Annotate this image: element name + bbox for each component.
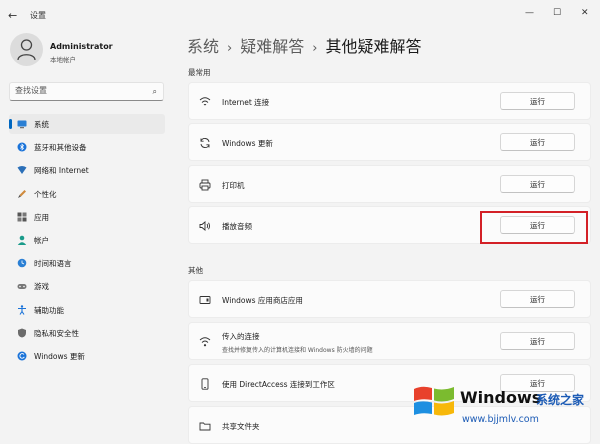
minimize-button[interactable]: — bbox=[525, 8, 534, 18]
troubleshooter-title: 打印机 bbox=[222, 181, 245, 190]
sidebar-item-label: 应用 bbox=[34, 212, 49, 222]
sidebar-item-accessibility[interactable]: 辅助功能 bbox=[9, 300, 165, 320]
sidebar-nav: 系统 蓝牙和其他设备 网络和 Internet 个性化 应用 帐户 时间和语言 … bbox=[9, 114, 165, 369]
breadcrumb: 系统 › 疑难解答 › 其他疑难解答 bbox=[187, 33, 421, 57]
active-indicator bbox=[9, 119, 12, 129]
troubleshooter-store-apps: Windows 应用商店应用 运行 bbox=[188, 280, 591, 318]
troubleshooter-title: Windows 更新 bbox=[222, 139, 273, 148]
accessibility-icon bbox=[18, 304, 26, 315]
run-button[interactable]: 运行 bbox=[500, 175, 575, 193]
breadcrumb-item-troubleshoot[interactable]: 疑难解答 bbox=[240, 37, 304, 56]
back-arrow-icon[interactable]: ← bbox=[8, 9, 17, 22]
sidebar-item-label: 游戏 bbox=[34, 282, 49, 292]
system-icon bbox=[17, 120, 27, 129]
printer-icon bbox=[199, 179, 211, 191]
troubleshooter-title: Internet 连接 bbox=[222, 98, 270, 107]
personalization-icon bbox=[18, 189, 26, 198]
breadcrumb-separator: › bbox=[227, 41, 233, 56]
breadcrumb-separator: › bbox=[312, 41, 318, 56]
run-button[interactable]: 运行 bbox=[500, 92, 575, 110]
person-icon bbox=[17, 39, 36, 60]
troubleshooter-incoming-connections: 传入的连接 查找并修复传入的计算机连接和 Windows 防火墙的问题 运行 bbox=[188, 322, 591, 360]
run-button[interactable]: 运行 bbox=[500, 290, 575, 308]
apps-icon bbox=[17, 212, 27, 222]
account-icon bbox=[17, 235, 27, 245]
bluetooth-icon bbox=[17, 142, 27, 152]
breadcrumb-item-system[interactable]: 系统 bbox=[187, 37, 219, 56]
sidebar-item-privacy[interactable]: 隐私和安全性 bbox=[9, 323, 165, 343]
phone-icon bbox=[201, 378, 209, 390]
sidebar-item-label: 隐私和安全性 bbox=[34, 328, 79, 338]
refresh-icon bbox=[200, 138, 210, 148]
watermark-brand: Windows bbox=[460, 388, 542, 407]
network-icon bbox=[17, 166, 27, 175]
gaming-icon bbox=[17, 284, 27, 290]
privacy-icon bbox=[18, 328, 26, 338]
troubleshooter-title: 传入的连接 bbox=[222, 332, 260, 341]
sidebar-item-apps[interactable]: 应用 bbox=[9, 207, 165, 227]
store-app-icon bbox=[199, 296, 211, 304]
troubleshooter-windows-update: Windows 更新 运行 bbox=[188, 123, 591, 161]
section-title-other: 其他 bbox=[188, 266, 203, 275]
troubleshooter-title: 共享文件夹 bbox=[222, 422, 260, 431]
app-title: 设置 bbox=[30, 11, 46, 20]
sidebar-item-windows-update[interactable]: Windows 更新 bbox=[9, 346, 165, 366]
watermark: Windows 系统之家 www.bjjmlv.com bbox=[410, 381, 600, 435]
windows-update-icon bbox=[17, 351, 27, 361]
sidebar-item-label: 时间和语言 bbox=[34, 259, 72, 269]
account-type: 本地帐户 bbox=[50, 56, 76, 64]
troubleshooter-title: 使用 DirectAccess 连接到工作区 bbox=[222, 380, 335, 389]
troubleshooter-title: 播放音频 bbox=[222, 222, 252, 231]
sidebar-item-accounts[interactable]: 帐户 bbox=[9, 230, 165, 250]
search-box[interactable]: ⌕ bbox=[9, 82, 164, 101]
time-language-icon bbox=[17, 258, 27, 268]
sidebar-item-personalization[interactable]: 个性化 bbox=[9, 184, 165, 204]
page-title: 其他疑难解答 bbox=[325, 37, 422, 56]
highlight-box bbox=[480, 211, 588, 244]
search-input[interactable] bbox=[15, 86, 145, 95]
watermark-url: www.bjjmlv.com bbox=[462, 414, 539, 425]
search-icon[interactable]: ⌕ bbox=[153, 87, 157, 97]
section-title-most-common: 最常用 bbox=[188, 68, 211, 77]
sidebar-item-time-language[interactable]: 时间和语言 bbox=[9, 253, 165, 273]
speaker-icon bbox=[199, 221, 210, 231]
sidebar-item-label: 帐户 bbox=[34, 235, 49, 245]
sidebar-item-label: 系统 bbox=[34, 120, 49, 129]
close-button[interactable]: ✕ bbox=[581, 8, 589, 18]
sidebar-item-label: Windows 更新 bbox=[34, 351, 85, 361]
sidebar-item-network[interactable]: 网络和 Internet bbox=[9, 160, 165, 180]
sidebar-item-bluetooth[interactable]: 蓝牙和其他设备 bbox=[9, 137, 165, 157]
sidebar-item-label: 辅助功能 bbox=[34, 305, 64, 315]
run-button[interactable]: 运行 bbox=[500, 332, 575, 350]
incoming-connection-icon bbox=[199, 337, 211, 347]
troubleshooter-title: Windows 应用商店应用 bbox=[222, 296, 303, 305]
sidebar-item-label: 个性化 bbox=[34, 189, 57, 199]
sidebar-item-gaming[interactable]: 游戏 bbox=[9, 276, 165, 296]
avatar bbox=[10, 33, 43, 66]
run-button[interactable]: 运行 bbox=[500, 133, 575, 151]
watermark-suffix: 系统之家 bbox=[536, 393, 585, 407]
folder-icon bbox=[199, 422, 211, 431]
troubleshooter-internet: Internet 连接 运行 bbox=[188, 82, 591, 120]
maximize-button[interactable]: ☐ bbox=[553, 8, 561, 18]
troubleshooter-printer: 打印机 运行 bbox=[188, 165, 591, 203]
sidebar-item-label: 网络和 Internet bbox=[34, 166, 89, 176]
sidebar-item-system[interactable]: 系统 bbox=[9, 114, 165, 134]
user-name: Administrator bbox=[50, 42, 113, 51]
wifi-icon bbox=[199, 97, 211, 106]
troubleshooter-description: 查找并修复传入的计算机连接和 Windows 防火墙的问题 bbox=[222, 347, 373, 354]
sidebar-item-label: 蓝牙和其他设备 bbox=[34, 143, 87, 153]
title-bar: ← 设置 — ☐ ✕ bbox=[0, 0, 600, 30]
windows-logo-icon bbox=[414, 386, 454, 416]
